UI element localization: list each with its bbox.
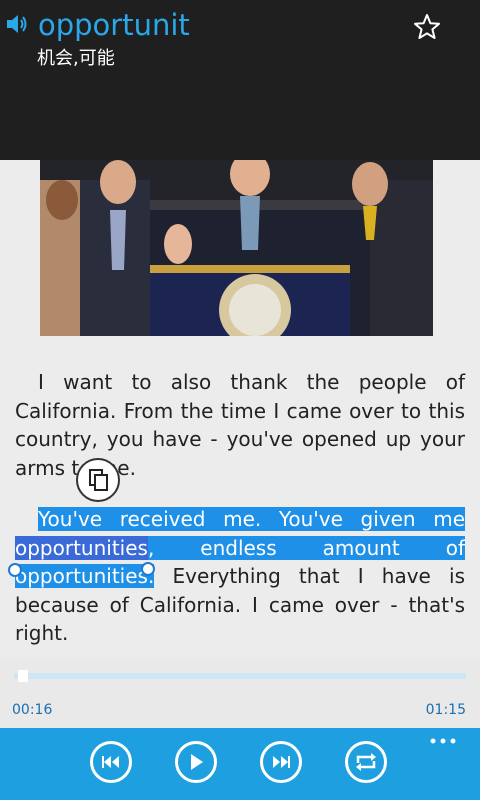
previous-icon <box>102 756 119 768</box>
play-button[interactable] <box>175 741 217 783</box>
speaker-icon[interactable] <box>6 12 28 36</box>
repeat-button[interactable] <box>345 741 387 783</box>
progress-thumb[interactable] <box>18 670 29 682</box>
app-bar <box>0 728 480 800</box>
word-meaning: 机会,可能 <box>37 48 115 69</box>
player-progress: 00:16 01:15 <box>0 657 480 728</box>
play-icon <box>191 754 203 770</box>
next-icon <box>273 756 290 768</box>
total-time: 01:15 <box>425 702 466 718</box>
speech-photo <box>40 160 433 336</box>
transcript-paragraph-2[interactable]: You've received me. You've given me oppo… <box>15 505 465 648</box>
previous-button[interactable] <box>90 741 132 783</box>
selected-text[interactable]: , endless amount of <box>147 535 465 560</box>
selection-handle-end[interactable] <box>141 562 155 576</box>
next-button[interactable] <box>260 741 302 783</box>
selected-text[interactable]: opportunities. <box>15 564 155 589</box>
repeat-icon <box>356 753 376 771</box>
progress-track[interactable] <box>14 673 466 679</box>
copy-icon <box>89 469 108 491</box>
selection-handle-start[interactable] <box>8 563 22 577</box>
highlighted-word[interactable]: opportunities <box>15 535 148 560</box>
star-icon[interactable] <box>413 13 441 41</box>
more-icon[interactable] <box>430 738 456 744</box>
copy-button[interactable] <box>76 458 120 502</box>
header: opportunit 机会,可能 <box>0 0 480 160</box>
word-title: opportunit <box>38 8 190 42</box>
current-time: 00:16 <box>12 702 53 718</box>
selected-text[interactable]: You've received me. You've given me <box>38 507 465 531</box>
